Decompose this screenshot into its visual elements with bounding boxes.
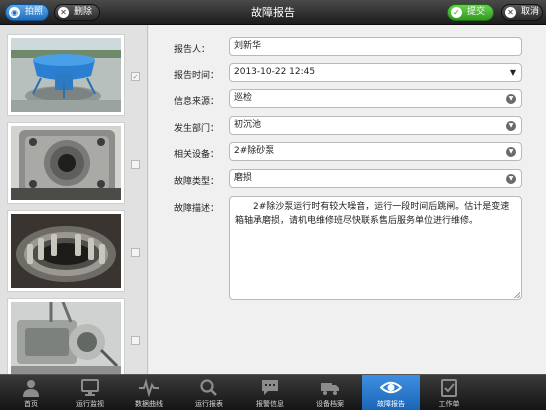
cancel-label: 取消 — [521, 7, 540, 17]
chat-bubble-icon — [262, 380, 278, 395]
reporter-input[interactable]: 刘新华 — [229, 37, 522, 56]
report-time-label: 报告时间： — [174, 71, 220, 81]
submit-label: 提交 — [467, 7, 486, 17]
fault-type-label: 故障类型： — [174, 177, 220, 187]
chevron-down-icon: ▼ — [506, 94, 516, 104]
nav-tab-reports[interactable]: 运行报表 — [180, 375, 238, 410]
photo-list: ✓ — [0, 25, 148, 374]
photo-thumbnail-bearing[interactable] — [7, 210, 125, 292]
description-text: 2#除沙泵运行时有较大噪音，运行一段时间后跳闸。估计是变速箱轴承磨损，请机电维修… — [235, 202, 510, 226]
nav-tab-label: 运行报表 — [195, 400, 223, 408]
department-select[interactable]: 初沉池 ▼ — [229, 116, 522, 135]
department-value: 初沉池 — [234, 120, 262, 130]
photo-thumbnail-gearbox-motor[interactable] — [7, 298, 125, 374]
resize-handle-icon[interactable] — [514, 292, 520, 298]
photo-select-checkbox-2[interactable] — [131, 160, 140, 169]
department-label: 发生部门： — [174, 124, 220, 134]
equipment-select[interactable]: 2#除砂泵 ▼ — [229, 142, 522, 161]
waveform-icon — [139, 378, 159, 397]
camera-icon: ◉ — [9, 7, 20, 18]
report-time-select[interactable]: 2013-10-22 12:45 ▼ — [229, 63, 522, 82]
check-icon: ✓ — [451, 7, 462, 18]
nav-tab-work-orders[interactable]: 工作单 — [420, 375, 478, 410]
reporter-value: 刘新华 — [234, 41, 262, 51]
checklist-icon — [441, 379, 457, 397]
nav-tab-label: 运行监视 — [76, 400, 104, 408]
close-icon: ✕ — [58, 7, 69, 18]
nav-tab-label: 故障报告 — [377, 400, 405, 408]
delete-label: 删除 — [74, 7, 93, 17]
delete-button[interactable]: ✕ 删除 — [54, 4, 100, 21]
fault-type-select[interactable]: 磨损 ▼ — [229, 169, 522, 188]
reporter-label: 报告人： — [174, 45, 211, 55]
nav-tab-label: 工作单 — [438, 400, 460, 408]
gear-flange-image — [11, 126, 121, 200]
photo-thumbnail-gear-flange[interactable] — [7, 122, 125, 204]
magnifier-icon — [200, 379, 217, 396]
description-label: 故障描述： — [174, 204, 220, 214]
take-photo-button[interactable]: ◉ 拍照 — [5, 4, 49, 21]
bottom-navigation: 首页 运行监视 数据曲线 运行报表 报警信息 设备档案 故障报告 工作单 — [0, 374, 546, 410]
caret-down-icon: ▼ — [509, 68, 516, 77]
info-source-value: 巡检 — [234, 93, 253, 103]
chevron-down-icon: ▼ — [506, 147, 516, 157]
fault-report-form: 报告人： 刘新华 报告时间： 2013-10-22 12:45 ▼ 信息来源： … — [149, 25, 546, 374]
cancel-button[interactable]: ✕ 取消 — [501, 4, 543, 21]
equipment-value: 2#除砂泵 — [234, 146, 275, 156]
take-photo-label: 拍照 — [25, 7, 44, 17]
truck-icon — [321, 383, 339, 395]
nav-tab-alarms[interactable]: 报警信息 — [241, 375, 299, 410]
photo-thumbnail-blue-pump[interactable] — [7, 34, 125, 116]
photo-select-checkbox-3[interactable] — [131, 248, 140, 257]
info-source-select[interactable]: 巡检 ▼ — [229, 89, 522, 108]
fault-type-value: 磨损 — [234, 173, 253, 183]
bearing-image — [11, 214, 121, 288]
nav-tab-label: 数据曲线 — [135, 400, 163, 408]
person-icon — [23, 380, 39, 397]
chevron-down-icon: ▼ — [506, 121, 516, 131]
equipment-label: 相关设备： — [174, 150, 220, 160]
top-toolbar: ◉ 拍照 ✕ 删除 故障报告 ✓ 提交 ✕ 取消 — [0, 0, 546, 25]
photo-select-checkbox-1[interactable]: ✓ — [131, 72, 140, 81]
description-textarea[interactable]: 2#除沙泵运行时有较大噪音，运行一段时间后跳闸。估计是变速箱轴承磨损，请机电维修… — [229, 196, 522, 300]
nav-tab-label: 报警信息 — [256, 400, 284, 408]
nav-tab-monitoring[interactable]: 运行监视 — [61, 375, 119, 410]
nav-tab-equipment-files[interactable]: 设备档案 — [301, 375, 359, 410]
photo-select-checkbox-4[interactable] — [131, 336, 140, 345]
nav-tab-label: 设备档案 — [316, 400, 344, 408]
gearbox-motor-image — [11, 302, 121, 374]
nav-tab-data-curve[interactable]: 数据曲线 — [120, 375, 178, 410]
eye-icon — [380, 381, 402, 394]
blue-pump-image — [11, 38, 121, 112]
report-time-value: 2013-10-22 12:45 — [234, 67, 316, 77]
nav-tab-home[interactable]: 首页 — [2, 375, 60, 410]
nav-tab-label: 首页 — [24, 400, 38, 408]
chevron-down-icon: ▼ — [506, 174, 516, 184]
submit-button[interactable]: ✓ 提交 — [447, 4, 494, 21]
monitor-icon — [81, 379, 99, 396]
info-source-label: 信息来源： — [174, 97, 220, 107]
close-icon: ✕ — [505, 7, 516, 18]
nav-tab-fault-report[interactable]: 故障报告 — [362, 375, 420, 410]
